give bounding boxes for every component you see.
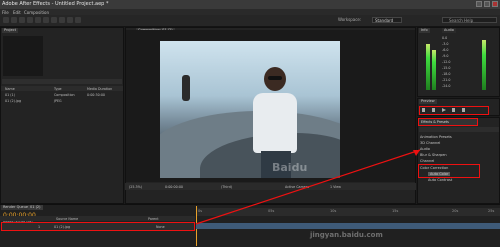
- annotation-arrow: [195, 149, 421, 225]
